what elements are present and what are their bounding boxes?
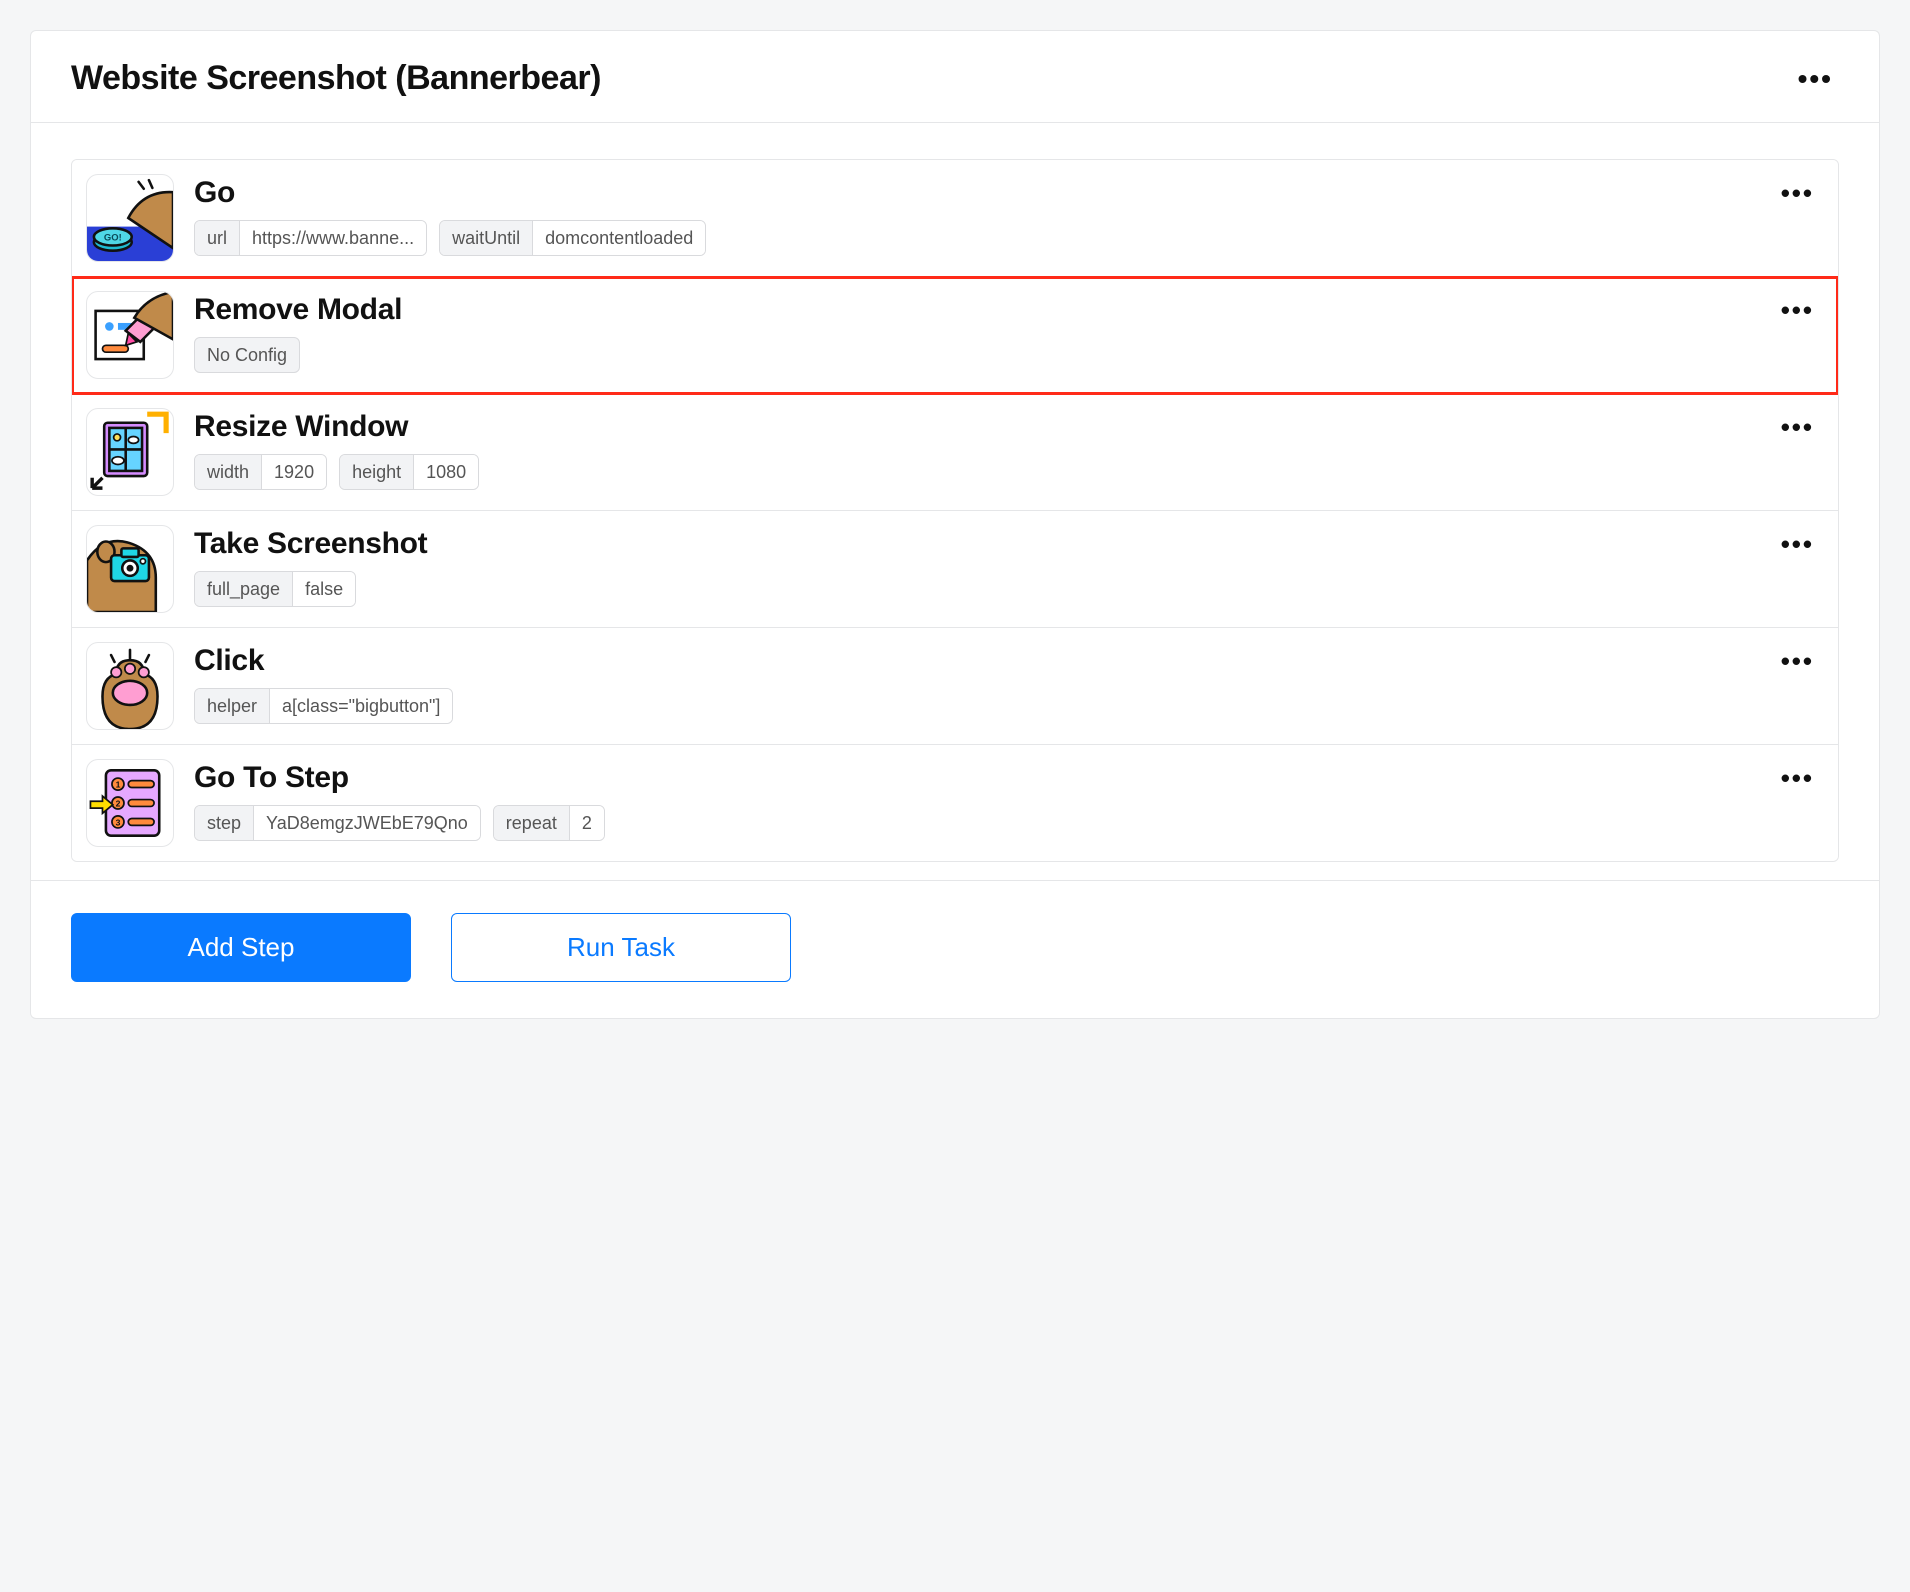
param-key: helper <box>195 689 270 723</box>
param-value: false <box>293 572 355 606</box>
step-title: Click <box>194 644 1820 678</box>
param-pill: helpera[class="bigbutton"] <box>194 688 453 724</box>
step-row[interactable]: Click helpera[class="bigbutton"] ••• <box>72 628 1838 745</box>
step-body: Remove Modal No Config <box>194 291 1820 373</box>
param-key: full_page <box>195 572 293 606</box>
remove-modal-icon <box>86 291 174 379</box>
step-more-button[interactable]: ••• <box>1781 295 1814 326</box>
go-icon: GO! <box>86 174 174 262</box>
take-screenshot-icon <box>86 525 174 613</box>
param-pill: stepYaD8emgzJWEbE79Qno <box>194 805 481 841</box>
param-value: https://www.banne... <box>240 221 426 255</box>
step-more-button[interactable]: ••• <box>1781 646 1814 677</box>
svg-text:2: 2 <box>116 798 121 808</box>
param-key: height <box>340 455 414 489</box>
no-config-pill: No Config <box>194 337 300 373</box>
param-pill: urlhttps://www.banne... <box>194 220 427 256</box>
param-pill: height1080 <box>339 454 479 490</box>
step-body: Resize Window width1920 height1080 <box>194 408 1820 490</box>
step-title: Take Screenshot <box>194 527 1820 561</box>
run-task-button[interactable]: Run Task <box>451 913 791 982</box>
add-step-button[interactable]: Add Step <box>71 913 411 982</box>
param-value: a[class="bigbutton"] <box>270 689 452 723</box>
step-body: Click helpera[class="bigbutton"] <box>194 642 1820 724</box>
step-params: No Config <box>194 337 1820 373</box>
param-value: 1920 <box>262 455 326 489</box>
steps-list: GO! Go urlhttps://www.banne... waitUntildom… <box>71 159 1839 862</box>
step-more-button[interactable]: ••• <box>1781 178 1814 209</box>
step-params: width1920 height1080 <box>194 454 1820 490</box>
step-body: Take Screenshot full_pagefalse <box>194 525 1820 607</box>
step-title: Go <box>194 176 1820 210</box>
step-more-button[interactable]: ••• <box>1781 529 1814 560</box>
param-key: repeat <box>494 806 570 840</box>
param-value: domcontentloaded <box>533 221 705 255</box>
svg-text:GO!: GO! <box>104 232 122 243</box>
step-params: urlhttps://www.banne... waitUntildomconte… <box>194 220 1820 256</box>
param-key: waitUntil <box>440 221 533 255</box>
task-card: Website Screenshot (Bannerbear) ••• GO!G… <box>30 30 1880 1019</box>
page-title: Website Screenshot (Bannerbear) <box>71 59 601 98</box>
step-params: helpera[class="bigbutton"] <box>194 688 1820 724</box>
param-value: YaD8emgzJWEbE79Qno <box>254 806 480 840</box>
click-icon <box>86 642 174 730</box>
step-body: Go urlhttps://www.banne... waitUntildomcon… <box>194 174 1820 256</box>
svg-text:1: 1 <box>116 780 121 790</box>
step-row[interactable]: Resize Window width1920 height1080 ••• <box>72 394 1838 511</box>
step-title: Resize Window <box>194 410 1820 444</box>
param-pill: waitUntildomcontentloaded <box>439 220 706 256</box>
steps-container: GO! Go urlhttps://www.banne... waitUntildom… <box>31 123 1879 880</box>
goto-step-icon: 1 2 3 <box>86 759 174 847</box>
step-row[interactable]: Remove Modal No Config ••• <box>72 277 1838 394</box>
step-title: Go To Step <box>194 761 1820 795</box>
step-row[interactable]: GO! Go urlhttps://www.banne... waitUntildom… <box>72 160 1838 277</box>
svg-text:3: 3 <box>116 817 121 827</box>
param-value: 2 <box>570 806 604 840</box>
step-more-button[interactable]: ••• <box>1781 412 1814 443</box>
step-params: stepYaD8emgzJWEbE79Qno repeat2 <box>194 805 1820 841</box>
step-params: full_pagefalse <box>194 571 1820 607</box>
step-more-button[interactable]: ••• <box>1781 763 1814 794</box>
card-more-button[interactable]: ••• <box>1792 61 1839 97</box>
param-pill: repeat2 <box>493 805 605 841</box>
param-key: width <box>195 455 262 489</box>
step-row[interactable]: Take Screenshot full_pagefalse ••• <box>72 511 1838 628</box>
param-pill: full_pagefalse <box>194 571 356 607</box>
param-key: url <box>195 221 240 255</box>
card-header: Website Screenshot (Bannerbear) ••• <box>31 31 1879 123</box>
param-value: 1080 <box>414 455 478 489</box>
step-body: Go To Step stepYaD8emgzJWEbE79Qno repeat2 <box>194 759 1820 841</box>
param-key: step <box>195 806 254 840</box>
resize-window-icon <box>86 408 174 496</box>
step-title: Remove Modal <box>194 293 1820 327</box>
card-footer: Add Step Run Task <box>31 880 1879 1018</box>
param-pill: width1920 <box>194 454 327 490</box>
step-row[interactable]: 1 2 3 Go To Step stepYaD8emgzJWEbE79Qno repea… <box>72 745 1838 861</box>
